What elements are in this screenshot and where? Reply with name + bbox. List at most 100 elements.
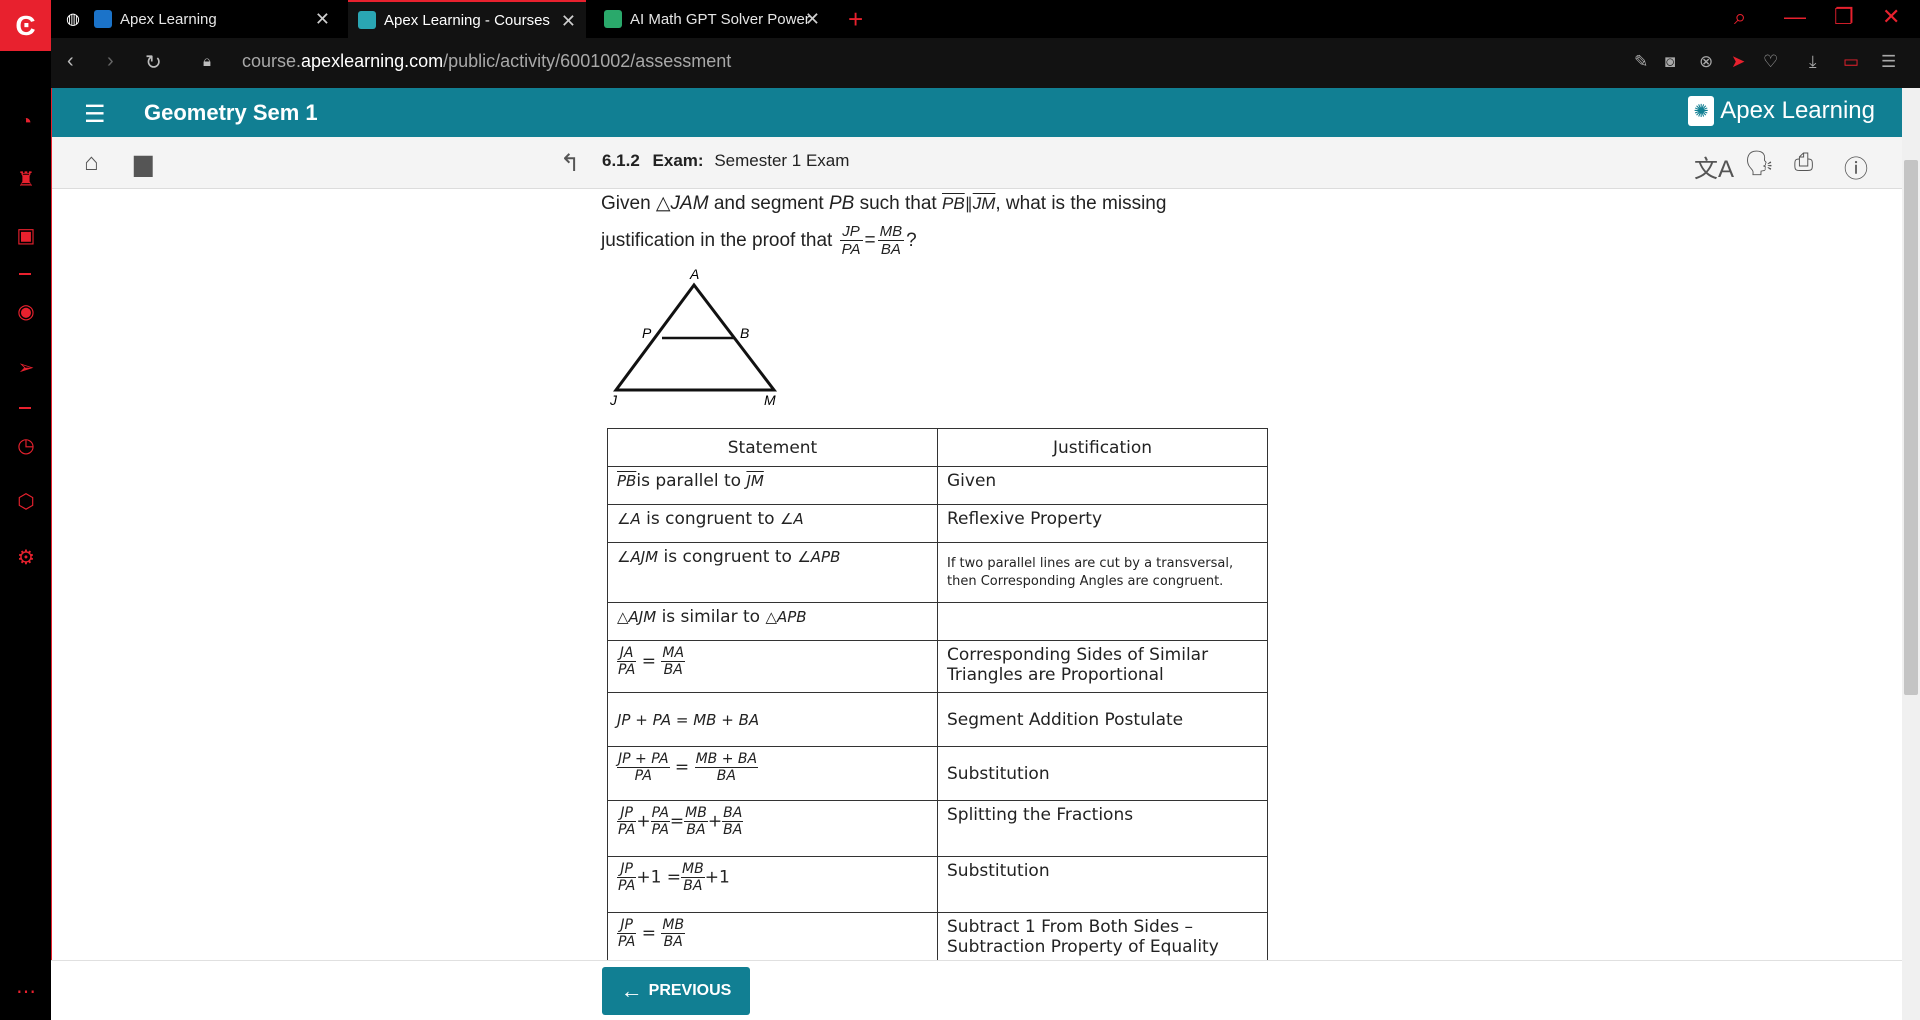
table-row: ∠AJM is congruent to ∠APB If two paralle… (607, 542, 1268, 603)
text-to-speech-icon[interactable]: 🗣︎ (1744, 149, 1774, 178)
battery-icon[interactable]: ▭ (1843, 52, 1859, 72)
justification-cell: If two parallel lines are cut by a trans… (937, 542, 1268, 603)
download-icon[interactable]: ⤓ (1809, 52, 1817, 72)
statement-cell: ∠AJM is congruent to ∠APB (607, 542, 938, 603)
page-scrollbar[interactable] (1902, 88, 1920, 1020)
url-field[interactable]: course.apexlearning.com/public/activity/… (242, 51, 731, 72)
more-dots-icon[interactable]: ⋯ (14, 979, 38, 1004)
justification-cell: Subtract 1 From Both Sides – Subtraction… (937, 912, 1268, 962)
forward-icon[interactable]: › (107, 50, 114, 73)
arrow-left-icon: ← (620, 978, 643, 1003)
justification-cell: Given (937, 466, 1268, 505)
share-icon[interactable]: ✎ (1634, 52, 1648, 72)
justification-cell: Substitution (937, 856, 1268, 913)
activity-name: Semester 1 Exam (714, 151, 850, 170)
history-icon[interactable]: ◷ (14, 433, 38, 458)
activity-toolbar: ⌂ ▆ ↰ 6.1.2 Exam: Semester 1 Exam 文A 🗣︎ … (52, 137, 1903, 189)
statement-cell: ∠A is congruent to ∠A (607, 504, 938, 543)
lock-icon: 🔒︎ (203, 53, 211, 70)
gaming-icon[interactable]: ♜ (14, 167, 38, 192)
opera-logo-icon[interactable]: Ͼ (0, 0, 51, 51)
statement-cell: JA PA = MA BA (607, 640, 938, 693)
send-icon[interactable]: ➢ (14, 355, 38, 380)
point-label-p: P (642, 325, 652, 341)
easy-setup-icon[interactable]: ☰ (1881, 52, 1896, 72)
print-icon[interactable]: ⎙ (1794, 149, 1813, 177)
tab-label: Apex Learning (119, 10, 217, 28)
table-row: JP + PA = MB + BA Segment Addition Postu… (607, 692, 1268, 747)
tab-apex-learning-courses[interactable]: Apex Learning - Courses ✕ (348, 0, 586, 38)
close-tab-icon[interactable]: ✕ (315, 9, 330, 30)
translate-icon[interactable]: 文A (1694, 149, 1734, 184)
justification-cell: Splitting the Fractions (937, 800, 1268, 857)
fraction: JP PA (839, 223, 863, 259)
settings-gear-icon[interactable]: ⚙ (14, 545, 38, 570)
minimize-icon[interactable]: — (1784, 4, 1806, 30)
address-bar: ‹ › ↻ 🔒︎ course.apexlearning.com/public/… (51, 38, 1920, 88)
flow-send-icon[interactable]: ➤ (1731, 52, 1745, 72)
previous-label: PREVIOUS (648, 982, 732, 999)
heart-icon[interactable]: ♡ (1763, 52, 1778, 72)
player-icon[interactable]: ◉ (14, 299, 38, 324)
vertex-label-a: A (689, 266, 699, 282)
restore-icon[interactable]: ❐ (1834, 4, 1854, 30)
fraction: MB BA (877, 223, 905, 259)
missing-justification-cell (937, 602, 1268, 641)
table-row: ∠A is congruent to ∠A Reflexive Property (607, 504, 1268, 543)
proof-table: Statement Justification PBis parallel to… (607, 428, 1268, 962)
table-header-row: Statement Justification (607, 428, 1268, 467)
close-tab-icon[interactable]: ✕ (805, 9, 820, 30)
vertex-label-j: J (609, 392, 618, 408)
justification-cell: Corresponding Sides of Similar Triangles… (937, 640, 1268, 693)
close-tab-icon[interactable]: ✕ (561, 11, 576, 32)
table-row: JP PA = MB BA Subtract 1 From Both Sides –… (607, 912, 1268, 962)
course-menu-icon[interactable]: ☰ (84, 100, 106, 129)
up-arrow-icon[interactable]: ↰ (560, 149, 580, 178)
tab-label: AI Math GPT Solver Powere (630, 10, 810, 28)
page-footer: ← PREVIOUS (51, 960, 1902, 1020)
tab-ai-math-gpt[interactable]: AI Math GPT Solver Powere ✕ (594, 0, 830, 38)
extensions-cube-icon[interactable]: ⬡ (14, 489, 38, 514)
point-label-b: B (740, 325, 749, 341)
table-row: JP + PA PA = MB + BA BA Substitution (607, 746, 1268, 801)
statement-header: Statement (607, 428, 938, 467)
table-row: PBis parallel to JM Given (607, 466, 1268, 505)
table-row: △AJM is similar to △APB (607, 602, 1268, 641)
tab-label: Apex Learning - Courses (384, 11, 550, 29)
logo-text: Apex Learning (1720, 97, 1875, 124)
question-text: Given △JAM and segment PB such that PB∥J… (601, 186, 1301, 259)
briefcase-icon[interactable]: ▆ (134, 149, 152, 178)
globe-icon: ◍ (66, 11, 80, 28)
tracker-blocker-icon[interactable]: ⊗ (1699, 52, 1713, 72)
search-tabs-icon[interactable]: ⌕ (1734, 4, 1746, 30)
statement-cell: JP PA = MB BA (607, 912, 938, 962)
course-header: ☰ Geometry Sem 1 ✺ Apex Learning (52, 88, 1903, 137)
statement-cell: JP PA + PA PA = MB BA + BA BA (607, 800, 938, 857)
statement-cell: JP + PA = MB + BA (607, 692, 938, 747)
apex-favicon-icon (93, 10, 112, 28)
close-window-icon[interactable]: ✕ (1882, 4, 1900, 30)
reload-icon[interactable]: ↻ (145, 50, 162, 75)
mathgpt-favicon-icon (604, 10, 622, 28)
camera-icon[interactable]: ◙ (1665, 52, 1675, 72)
speed-dial-icon[interactable]: ◔ (14, 111, 38, 134)
question-line-2: justification in the proof that JP PA = MB B… (601, 223, 917, 259)
table-row: JP PA +1 = MB BA +1 Substitution (607, 856, 1268, 913)
table-row: JA PA = MA BA Corresponding Sides of Simil… (607, 640, 1268, 693)
apex-favicon-icon (358, 11, 376, 29)
tab-apex-learning[interactable]: ◍ Apex Learning ✕ (56, 0, 340, 38)
justification-cell: Reflexive Property (937, 504, 1268, 543)
back-icon[interactable]: ‹ (67, 50, 74, 73)
justification-header: Justification (937, 428, 1268, 467)
scrollbar-thumb[interactable] (1904, 160, 1918, 695)
home-icon[interactable]: ⌂ (84, 149, 99, 177)
help-icon[interactable]: ⓘ (1844, 149, 1868, 184)
browser-tab-strip: ◍ Apex Learning ✕ Apex Learning - Course… (0, 0, 1920, 38)
new-tab-icon[interactable]: + (848, 4, 863, 35)
activity-number: 6.1.2 (602, 151, 640, 170)
activity-type: Exam: (652, 151, 704, 170)
twitch-icon[interactable]: ▣ (14, 223, 38, 248)
statement-cell: JP PA +1 = MB BA +1 (607, 856, 938, 913)
apex-learning-logo: ✺ Apex Learning (1688, 96, 1875, 126)
previous-button[interactable]: ← PREVIOUS (602, 967, 750, 1015)
